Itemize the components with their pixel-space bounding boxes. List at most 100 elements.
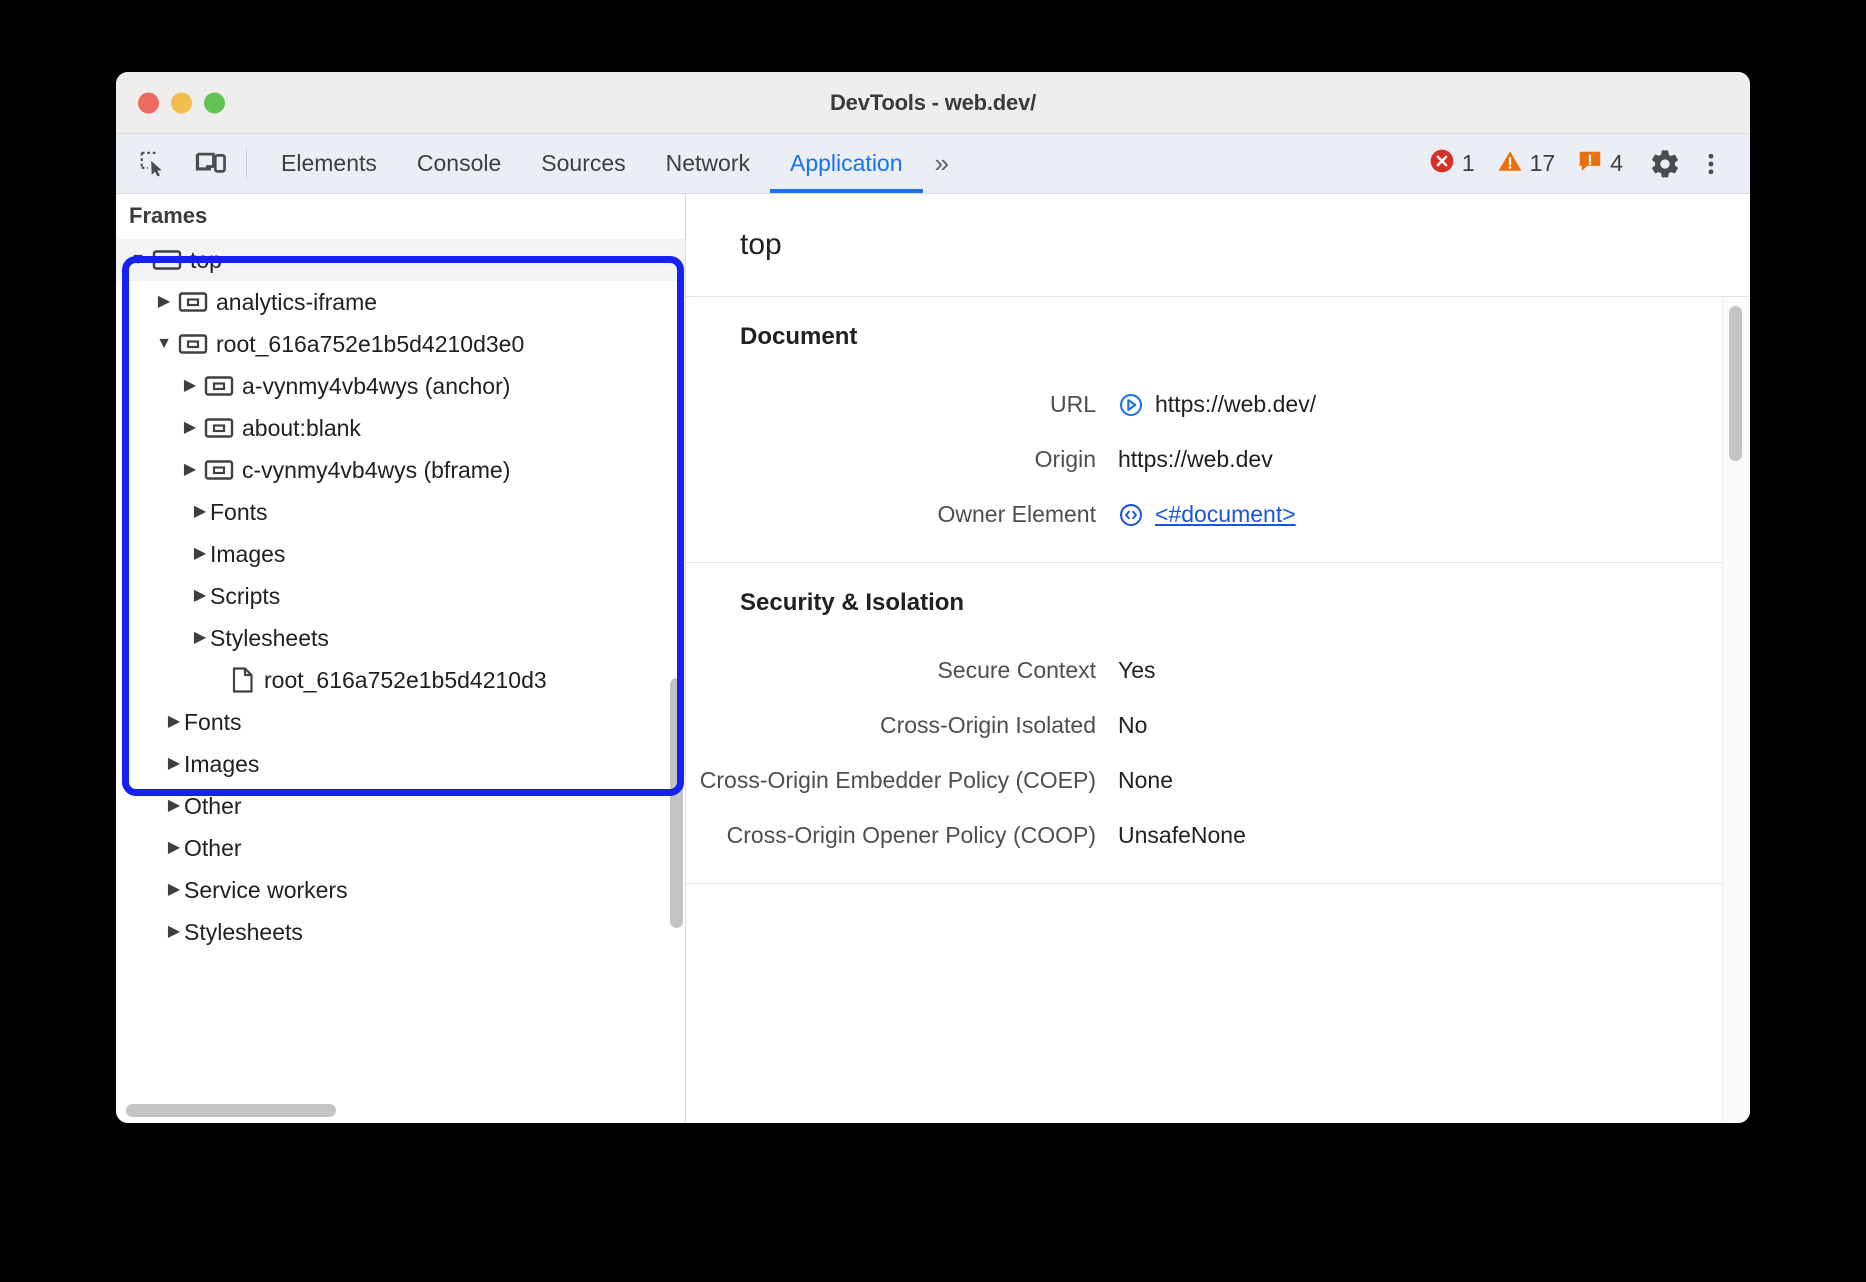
details-row-value: https://web.dev/ [1118,391,1316,418]
details-row-label: Cross-Origin Opener Policy (COOP) [686,822,1118,849]
frame-tree-item[interactable]: ▶Stylesheets [116,617,685,659]
chevron-down-icon[interactable]: ▼ [128,252,148,268]
details-row-value: https://web.dev [1118,446,1273,473]
tab-network[interactable]: Network [646,134,770,193]
frame-tree-item[interactable]: ▼ top [116,239,685,281]
document-icon [230,666,256,694]
issue-count[interactable]: 4 [1566,148,1634,180]
frames-tree[interactable]: ▼ top▶ analytics-iframe▼ root_616a752e1b… [116,238,685,1123]
details-row-label: Owner Element [686,501,1118,528]
window-title: DevTools - web.dev/ [116,90,1750,116]
frame-tree-item-label: a-vynmy4vb4wys (anchor) [242,373,510,400]
device-toolbar-icon[interactable] [190,143,232,185]
iframe-icon [204,458,234,482]
warning-count[interactable]: 17 [1486,148,1567,180]
chevron-right-icon[interactable]: ▶ [164,882,184,898]
issue-count-value: 4 [1610,150,1623,177]
details-row-value-text: Yes [1118,657,1156,684]
panel-vertical-scrollbar[interactable] [1729,306,1742,461]
frame-tree-item[interactable]: ▶Images [116,743,685,785]
chevron-right-icon[interactable]: ▶ [164,756,184,772]
details-row-value-text: UnsafeNone [1118,822,1246,849]
frame-tree-item[interactable]: ▶Other [116,785,685,827]
more-tabs-icon[interactable]: » [923,134,957,193]
iframe-icon [178,332,208,356]
iframe-icon [178,290,208,314]
inspect-element-icon[interactable] [132,143,174,185]
details-row-label: URL [686,391,1118,418]
frame-tree-item-label: Stylesheets [184,919,303,946]
frame-tree-item[interactable]: ▶Scripts [116,575,685,617]
details-section-title: Security & Isolation [686,589,1750,617]
iframe-icon [204,416,234,440]
tab-elements[interactable]: Elements [261,134,397,193]
iframe-icon [204,458,234,482]
toolbar-right-icons [1644,134,1750,193]
chevron-right-icon[interactable]: ▶ [180,462,200,478]
chevron-down-icon[interactable]: ▼ [154,336,174,352]
toolbar-icon-group [116,134,246,193]
tab-application[interactable]: Application [770,134,923,193]
details-row: Owner Element <#document> [686,487,1750,542]
chevron-right-icon[interactable]: ▶ [190,504,210,520]
chevron-right-icon[interactable]: ▶ [190,546,210,562]
frame-tree-item[interactable]: ▶Fonts [116,701,685,743]
details-section: Security & IsolationSecure ContextYesCro… [686,563,1750,884]
frame-tree-item-label: root_616a752e1b5d4210d3e0 [216,331,524,358]
frame-tree-item-label: Stylesheets [210,625,329,652]
open-in-new-tab-icon[interactable] [1118,392,1144,418]
frames-tree-wrapper: ▼ top▶ analytics-iframe▼ root_616a752e1b… [116,238,685,1123]
chevron-right-icon[interactable]: ▶ [164,714,184,730]
chevron-right-icon[interactable]: ▶ [164,840,184,856]
sidebar-horizontal-scrollbar[interactable] [126,1104,336,1117]
window-titlebar: DevTools - web.dev/ [116,72,1750,134]
frame-tree-item[interactable]: ▶ a-vynmy4vb4wys (anchor) [116,365,685,407]
tab-sources[interactable]: Sources [521,134,645,193]
frame-tree-item-label: analytics-iframe [216,289,377,316]
frame-tree-item[interactable]: ▶Other [116,827,685,869]
frame-tree-item[interactable]: ▶ c-vynmy4vb4wys (bframe) [116,449,685,491]
details-row-value-text: None [1118,767,1173,794]
details-section-title: Document [686,323,1750,351]
chevron-right-icon[interactable]: ▶ [164,924,184,940]
frame-details-body: DocumentURL https://web.dev/Originhttps:… [686,297,1750,884]
details-row-label: Cross-Origin Embedder Policy (COEP) [686,767,1118,794]
details-row-label: Cross-Origin Isolated [686,712,1118,739]
frame-details-panel: top DocumentURL https://web.dev/Originht… [686,194,1750,1123]
more-options-icon[interactable] [1690,143,1732,185]
tab-console[interactable]: Console [397,134,521,193]
chevron-right-icon[interactable]: ▶ [190,630,210,646]
chevron-right-icon[interactable]: ▶ [190,588,210,604]
frame-tree-item[interactable]: ▶Stylesheets [116,911,685,953]
frame-tree-item-label: Images [210,541,285,568]
chevron-right-icon[interactable]: ▶ [180,378,200,394]
frame-tree-item[interactable]: ▶ analytics-iframe [116,281,685,323]
frame-tree-item[interactable]: ▶ root_616a752e1b5d4210d3 [116,659,685,701]
details-row-value: Yes [1118,657,1156,684]
frame-tree-item[interactable]: ▶Fonts [116,491,685,533]
frame-tree-item[interactable]: ▶Service workers [116,869,685,911]
error-count[interactable]: 1 [1418,148,1486,180]
details-row: Cross-Origin Opener Policy (COOP)UnsafeN… [686,808,1750,863]
details-row: URL https://web.dev/ [686,377,1750,432]
chevron-right-icon[interactable]: ▶ [164,798,184,814]
issue-icon [1577,148,1603,180]
chevron-right-icon[interactable]: ▶ [180,420,200,436]
frame-tree-item-label: Service workers [184,877,348,904]
iframe-icon [204,374,234,398]
frames-sidebar: Frames ▼ top▶ analytics-iframe▼ root_616… [116,194,686,1123]
sidebar-vertical-scrollbar[interactable] [670,678,683,928]
frame-tree-item-label: about:blank [242,415,361,442]
page-title: top [686,194,1750,297]
frame-tree-item[interactable]: ▶Images [116,533,685,575]
details-row: Cross-Origin Embedder Policy (COEP)None [686,753,1750,808]
iframe-icon [204,374,234,398]
frame-tree-item[interactable]: ▶ about:blank [116,407,685,449]
frame-tree-item[interactable]: ▼ root_616a752e1b5d4210d3e0 [116,323,685,365]
details-row-value-text[interactable]: <#document> [1155,501,1296,528]
frames-header: Frames [116,194,685,238]
warning-count-value: 17 [1530,150,1556,177]
code-element-icon[interactable] [1118,502,1144,528]
chevron-right-icon[interactable]: ▶ [154,294,174,310]
gear-icon[interactable] [1644,143,1686,185]
